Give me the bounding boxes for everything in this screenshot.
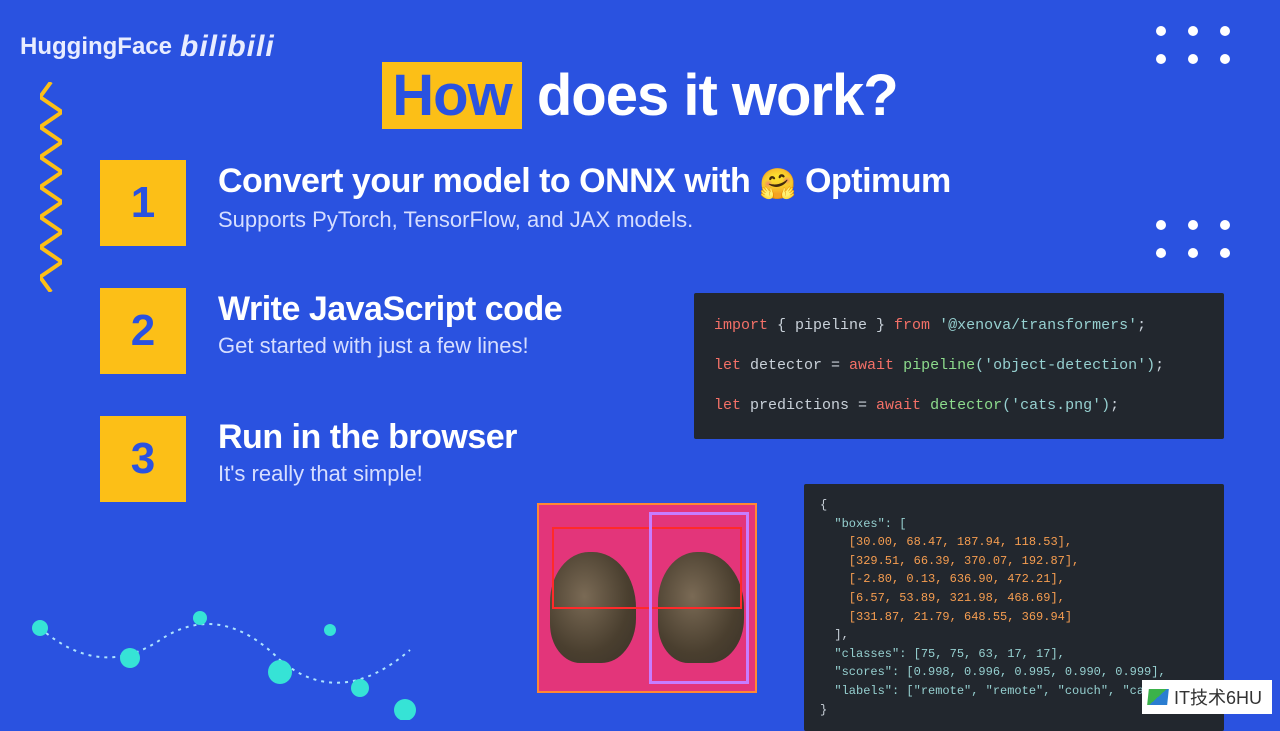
detection-preview-image bbox=[537, 503, 757, 693]
step-subtitle: Supports PyTorch, TensorFlow, and JAX mo… bbox=[218, 207, 951, 233]
page-title: How does it work? bbox=[0, 62, 1280, 129]
step-number: 2 bbox=[100, 288, 186, 374]
watermark-text: IT技术6HU bbox=[1174, 684, 1262, 710]
scatter-decoration bbox=[30, 580, 450, 720]
step-title: Convert your model to ONNX with 🤗 Optimu… bbox=[218, 162, 951, 203]
step-title: Write JavaScript code bbox=[218, 290, 562, 329]
watermark-icon bbox=[1147, 689, 1169, 705]
watermark-badge: IT技术6HU bbox=[1142, 680, 1272, 714]
step-subtitle: It's really that simple! bbox=[218, 461, 517, 487]
step-1: 1 Convert your model to ONNX with 🤗 Opti… bbox=[100, 160, 1220, 246]
code-example-js: import { pipeline } from '@xenova/transf… bbox=[694, 293, 1224, 439]
bilibili-logo-text: bilibili bbox=[180, 30, 275, 64]
bbox-cat bbox=[649, 512, 748, 683]
title-highlight: How bbox=[382, 62, 521, 129]
dots-decoration-top bbox=[1156, 26, 1234, 64]
step-number: 3 bbox=[100, 416, 186, 502]
huggingface-logo-text: HuggingFace bbox=[20, 33, 172, 61]
title-rest: does it work? bbox=[522, 63, 898, 128]
logo-row: HuggingFace bilibili bbox=[20, 30, 275, 64]
step-subtitle: Get started with just a few lines! bbox=[218, 333, 562, 359]
step-number: 1 bbox=[100, 160, 186, 246]
step-title: Run in the browser bbox=[218, 418, 517, 457]
hugging-face-icon: 🤗 bbox=[759, 168, 796, 201]
